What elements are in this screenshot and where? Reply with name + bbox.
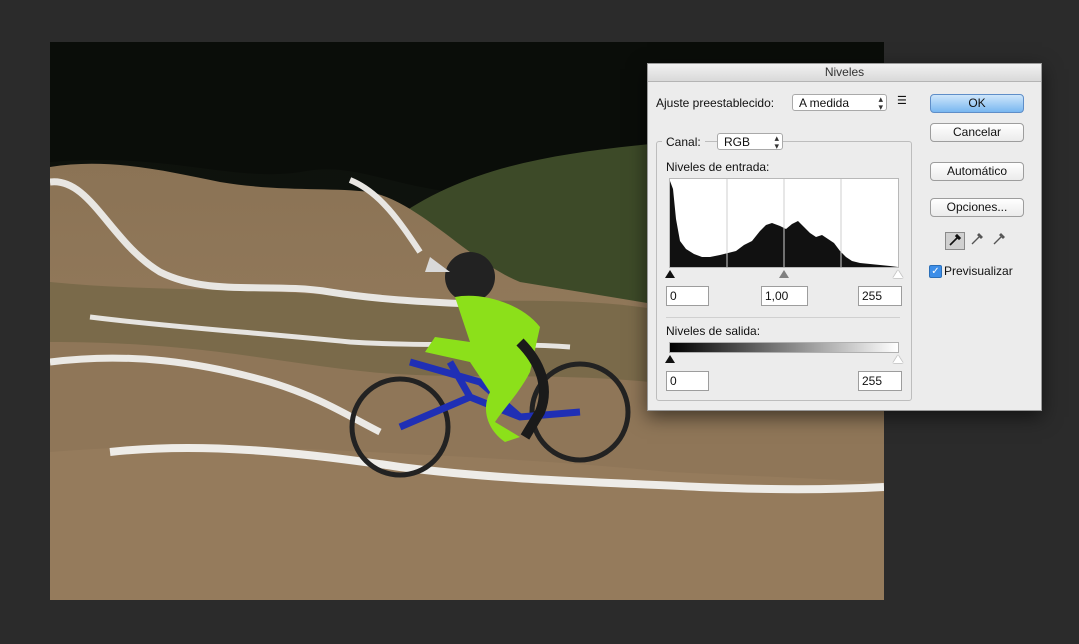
cancel-button[interactable]: Cancelar: [930, 123, 1024, 142]
options-button[interactable]: Opciones...: [930, 198, 1024, 217]
white-eyedropper-icon[interactable]: [989, 232, 1009, 250]
input-white-slider[interactable]: [893, 270, 903, 278]
channel-select[interactable]: RGB ▴ ▾: [717, 133, 783, 150]
channel-label: Canal:: [662, 134, 705, 150]
input-gamma-field[interactable]: 1,00: [761, 286, 808, 306]
output-gradient-bar: [669, 342, 899, 353]
input-white-field[interactable]: 255: [858, 286, 902, 306]
chevron-updown-icon: ▴ ▾: [878, 93, 883, 112]
channel-value: RGB: [724, 135, 751, 149]
input-black-field[interactable]: 0: [666, 286, 709, 306]
preset-select[interactable]: A medida ▴ ▾: [792, 94, 887, 111]
histogram: [669, 178, 899, 268]
preset-value: A medida: [799, 96, 850, 110]
auto-button[interactable]: Automático: [930, 162, 1024, 181]
dialog-title[interactable]: Niveles: [648, 64, 1041, 82]
black-eyedropper-icon[interactable]: [945, 232, 965, 250]
input-levels-label: Niveles de entrada:: [666, 160, 770, 174]
chevron-updown-icon: ▴ ▾: [774, 132, 779, 151]
output-black-field[interactable]: 0: [666, 371, 709, 391]
checkmark-icon: ✓: [931, 266, 940, 277]
output-white-field[interactable]: 255: [858, 371, 902, 391]
preset-label: Ajuste preestablecido:: [656, 96, 775, 110]
input-gamma-slider[interactable]: [779, 270, 789, 278]
preview-label[interactable]: Previsualizar: [944, 264, 1013, 278]
divider: [666, 317, 900, 318]
output-white-slider[interactable]: [893, 355, 903, 363]
output-black-slider[interactable]: [665, 355, 675, 363]
preview-checkbox[interactable]: ✓: [929, 265, 942, 278]
input-black-slider[interactable]: [665, 270, 675, 278]
gray-eyedropper-icon[interactable]: [967, 232, 987, 250]
levels-dialog: Niveles Ajuste preestablecido: A medida …: [647, 63, 1042, 411]
output-levels-label: Niveles de salida:: [666, 324, 761, 338]
ok-button[interactable]: OK: [930, 94, 1024, 113]
histogram-graph: [670, 179, 898, 267]
menu-lines-icon[interactable]: ☰: [897, 94, 907, 107]
